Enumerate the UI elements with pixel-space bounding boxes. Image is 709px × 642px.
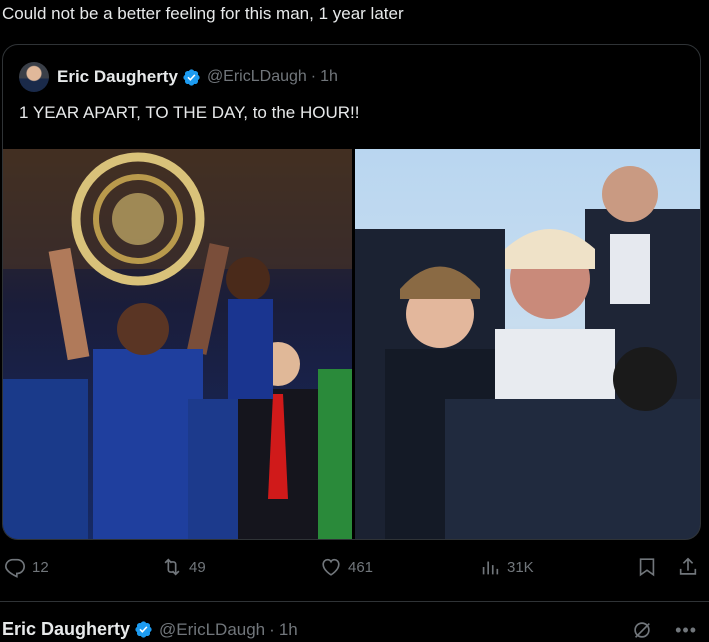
author-handle[interactable]: @EricLDaugh: [207, 68, 307, 86]
photo-rally-moment[interactable]: [355, 149, 700, 539]
repost-icon: [164, 558, 180, 576]
reply-author-name[interactable]: Eric Daugherty: [2, 619, 130, 640]
views-count: 31K: [507, 558, 534, 576]
verified-icon: [135, 621, 152, 638]
grok-icon[interactable]: [631, 619, 653, 641]
like-icon: [322, 558, 340, 576]
bookmark-icon: [639, 558, 655, 577]
timestamp[interactable]: 1h: [320, 68, 338, 86]
reply-icon: [5, 558, 25, 578]
share-button[interactable]: [677, 556, 699, 578]
bookmark-button[interactable]: [636, 556, 658, 578]
photo-trophy-celebration[interactable]: [3, 149, 352, 539]
quote-text: 1 YEAR APART, TO THE DAY, to the HOUR!!: [19, 103, 360, 122]
author-name[interactable]: Eric Daugherty: [57, 67, 178, 87]
separator-dot: ·: [269, 619, 275, 639]
quoted-tweet-card[interactable]: Eric Daugherty @EricLDaugh · 1h 1 YEAR A…: [2, 44, 701, 540]
reply-timestamp[interactable]: 1h: [279, 620, 298, 640]
verified-icon: [183, 68, 200, 86]
share-icon: [679, 557, 697, 575]
reply-author-handle[interactable]: @EricLDaugh: [159, 620, 265, 640]
views-button[interactable]: 31K: [479, 556, 534, 578]
reply-button[interactable]: 12: [4, 556, 49, 578]
reply-count: 12: [32, 558, 49, 576]
tweet-text: Could not be a better feeling for this m…: [2, 4, 404, 23]
like-count: 461: [348, 558, 374, 576]
quote-header: Eric Daugherty @EricLDaugh · 1h: [19, 62, 338, 92]
tweet-actions-bar: 12 49 461 31K: [0, 556, 709, 586]
repost-count: 49: [189, 558, 206, 576]
separator-dot: ·: [310, 68, 317, 85]
repost-button[interactable]: 49: [161, 556, 206, 578]
avatar[interactable]: [19, 62, 49, 92]
more-icon[interactable]: •••: [675, 620, 697, 641]
next-reply-header: Eric Daugherty @EricLDaugh · 1h: [2, 619, 298, 640]
reply-header-actions: •••: [631, 619, 697, 641]
like-button[interactable]: 461: [320, 556, 373, 578]
divider: [0, 601, 709, 602]
views-icon: [482, 561, 499, 575]
